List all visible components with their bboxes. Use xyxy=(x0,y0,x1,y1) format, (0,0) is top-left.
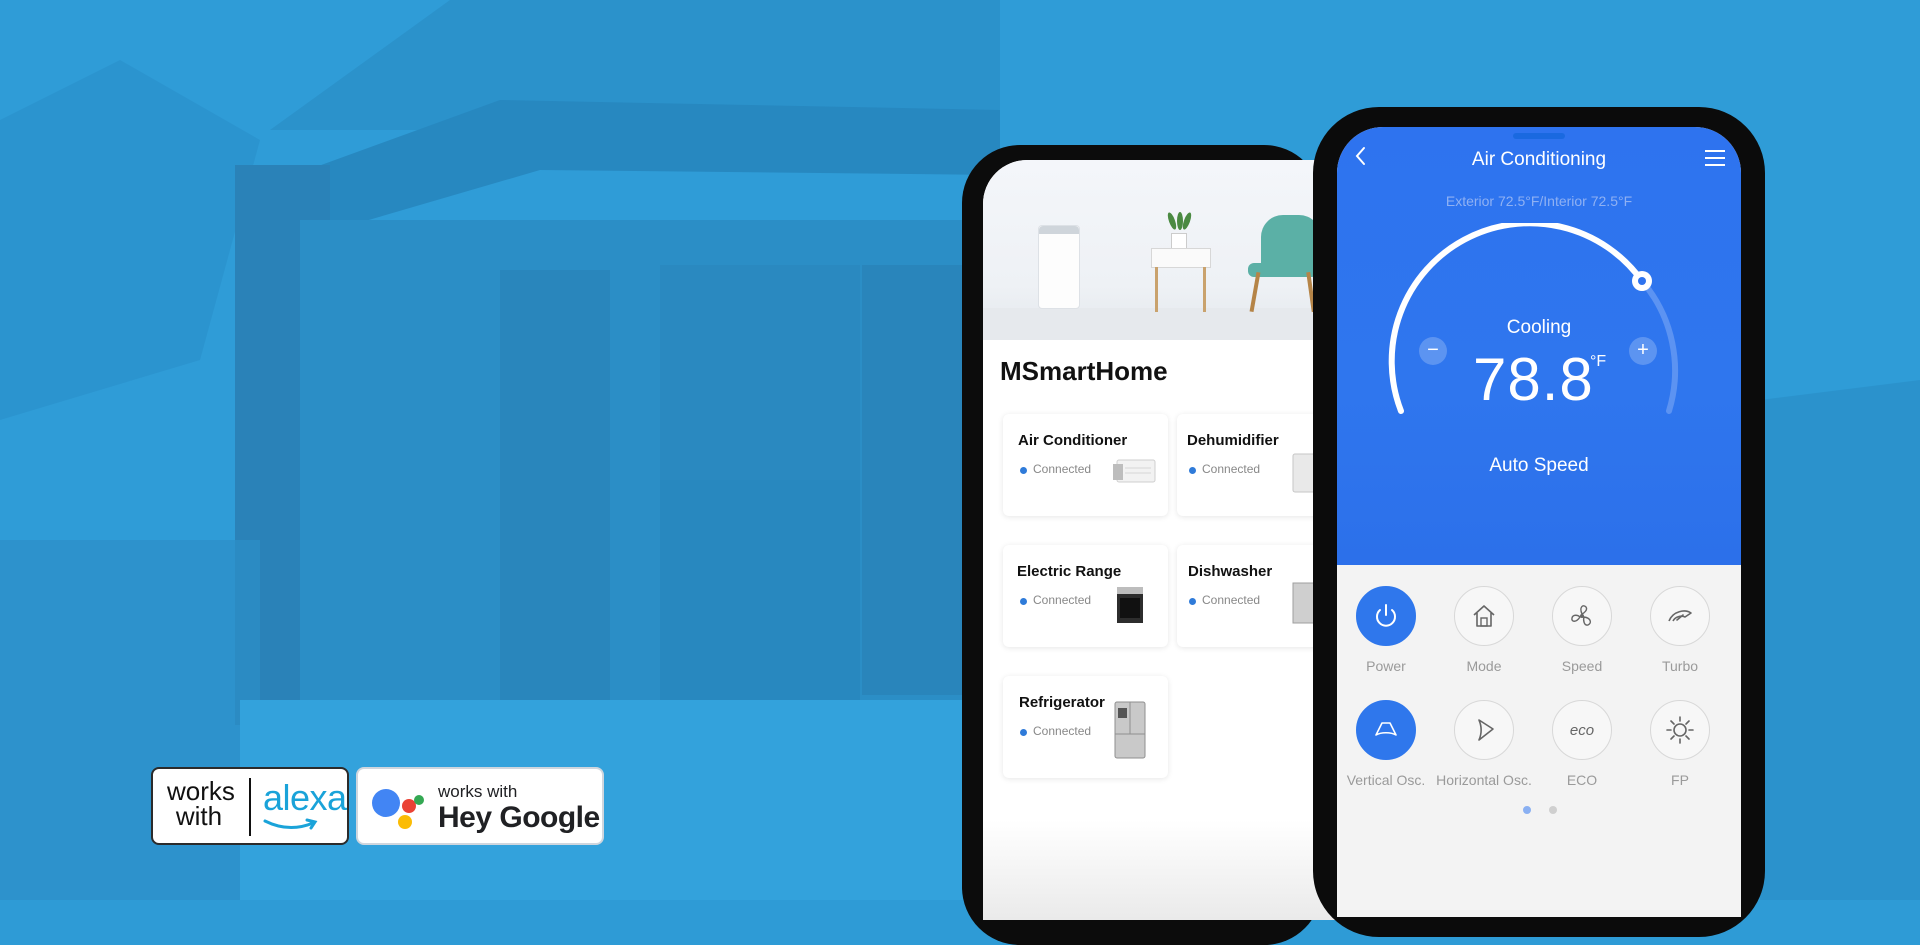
fan-icon xyxy=(1571,605,1592,626)
eco-label: ECO xyxy=(1566,772,1598,788)
horizontal-osc-control[interactable]: Horizontal Osc. xyxy=(1434,700,1534,788)
connected-dot-icon xyxy=(1020,598,1027,605)
device-status: Connected xyxy=(1033,462,1092,476)
app-title: MSmartHome xyxy=(1000,356,1168,386)
power-label: Power xyxy=(1366,658,1406,674)
speed-label: Speed xyxy=(1561,658,1603,674)
connected-dot-icon xyxy=(1189,467,1196,474)
power-control[interactable]: Power xyxy=(1337,586,1436,674)
air-purifier-illustration xyxy=(1038,225,1080,309)
turbo-button[interactable] xyxy=(1650,586,1710,646)
alexa-divider xyxy=(249,778,251,836)
device-card-electric-range[interactable]: Electric Range Connected xyxy=(1003,545,1168,647)
alexa-logo-text: alexa xyxy=(263,777,347,818)
google-assistant-icon xyxy=(372,783,426,833)
connected-dot-icon xyxy=(1189,598,1196,605)
fp-control[interactable]: FP xyxy=(1630,700,1730,788)
air-conditioner-icon xyxy=(1113,459,1156,483)
vertical-osc-button[interactable] xyxy=(1356,700,1416,760)
electric-range-icon xyxy=(1117,587,1143,623)
speed-control[interactable]: Speed xyxy=(1532,586,1632,674)
device-status: Connected xyxy=(1033,593,1092,607)
works-with-alexa-badge: works with alexa xyxy=(151,767,349,845)
refrigerator-icon xyxy=(1114,701,1146,759)
ac-control-panel: Air Conditioning Exterior 72.5°F/Interio… xyxy=(1337,127,1741,565)
device-name: Dehumidifier xyxy=(1187,432,1279,449)
mode-control[interactable]: Mode xyxy=(1434,586,1534,674)
temperature-readings: Exterior 72.5°F/Interior 72.5°F xyxy=(1445,193,1633,209)
horizontal-osc-button[interactable] xyxy=(1454,700,1514,760)
alexa-with-line: with xyxy=(175,801,223,831)
sun-icon xyxy=(1666,716,1694,744)
air-conditioning-screen: Air Conditioning Exterior 72.5°F/Interio… xyxy=(1337,127,1741,917)
speed-button[interactable] xyxy=(1552,586,1612,646)
mode-label: Mode xyxy=(1466,658,1502,674)
device-status: Connected xyxy=(1202,593,1261,607)
power-button[interactable] xyxy=(1356,586,1416,646)
smarthome-screen: MSmartHome Air Conditioner Connected Deh… xyxy=(983,160,1343,920)
fp-label: FP xyxy=(1671,772,1689,788)
vertical-osc-control[interactable]: Vertical Osc. xyxy=(1337,700,1436,788)
living-room-hero-image xyxy=(983,160,1343,340)
alexa-smile-icon xyxy=(263,818,318,830)
home-icon xyxy=(1473,605,1495,627)
fp-button[interactable] xyxy=(1650,700,1710,760)
screen-title: Air Conditioning xyxy=(1471,149,1607,170)
page-indicator-dot[interactable] xyxy=(1549,806,1557,814)
eco-control[interactable]: eco ECO xyxy=(1532,700,1632,788)
device-card-refrigerator[interactable]: Refrigerator Connected xyxy=(1003,676,1168,778)
temperature-unit: °F xyxy=(1590,353,1607,370)
turbo-control[interactable]: Turbo xyxy=(1630,586,1730,674)
vertical-osc-icon xyxy=(1375,722,1397,736)
menu-icon[interactable] xyxy=(1703,147,1727,169)
google-hey-google-text: Hey Google xyxy=(438,801,600,834)
eco-icon: eco xyxy=(1570,722,1594,739)
turbo-label: Turbo xyxy=(1661,658,1699,674)
device-name: Air Conditioner xyxy=(1018,432,1128,449)
connected-dot-icon xyxy=(1020,467,1027,474)
horizontal-osc-label: Horizontal Osc. xyxy=(1436,772,1532,788)
page-indicator-dot-active[interactable] xyxy=(1523,806,1531,814)
device-name: Dishwasher xyxy=(1188,563,1273,580)
device-status: Connected xyxy=(1033,724,1092,738)
bottom-fade xyxy=(983,820,1343,920)
mode-label: Cooling xyxy=(1506,317,1572,338)
power-icon xyxy=(1376,604,1396,627)
vertical-osc-label: Vertical Osc. xyxy=(1346,772,1426,788)
horizontal-osc-icon xyxy=(1478,719,1494,741)
turbo-icon xyxy=(1668,610,1692,622)
device-name: Refrigerator xyxy=(1019,694,1105,711)
plant-illustration xyxy=(1171,233,1187,249)
fan-speed-label: Auto Speed xyxy=(1489,455,1589,476)
temperature-value: 78.8 xyxy=(1473,346,1594,413)
phone-notch xyxy=(1513,133,1565,139)
google-works-with-text: works with xyxy=(438,782,518,801)
device-name: Electric Range xyxy=(1017,563,1122,580)
alexa-works-with-text: works with xyxy=(167,778,235,831)
device-card-air-conditioner[interactable]: Air Conditioner Connected xyxy=(1003,414,1168,516)
mode-button[interactable] xyxy=(1454,586,1514,646)
decrease-temperature-button[interactable]: − xyxy=(1419,337,1447,365)
device-status: Connected xyxy=(1202,462,1261,476)
eco-button[interactable]: eco xyxy=(1552,700,1612,760)
svg-text:eco: eco xyxy=(1570,722,1594,739)
side-table-illustration xyxy=(1151,248,1211,268)
connected-dot-icon xyxy=(1020,729,1027,736)
works-with-hey-google-badge: works with Hey Google xyxy=(356,767,604,845)
increase-temperature-button[interactable]: + xyxy=(1629,337,1657,365)
